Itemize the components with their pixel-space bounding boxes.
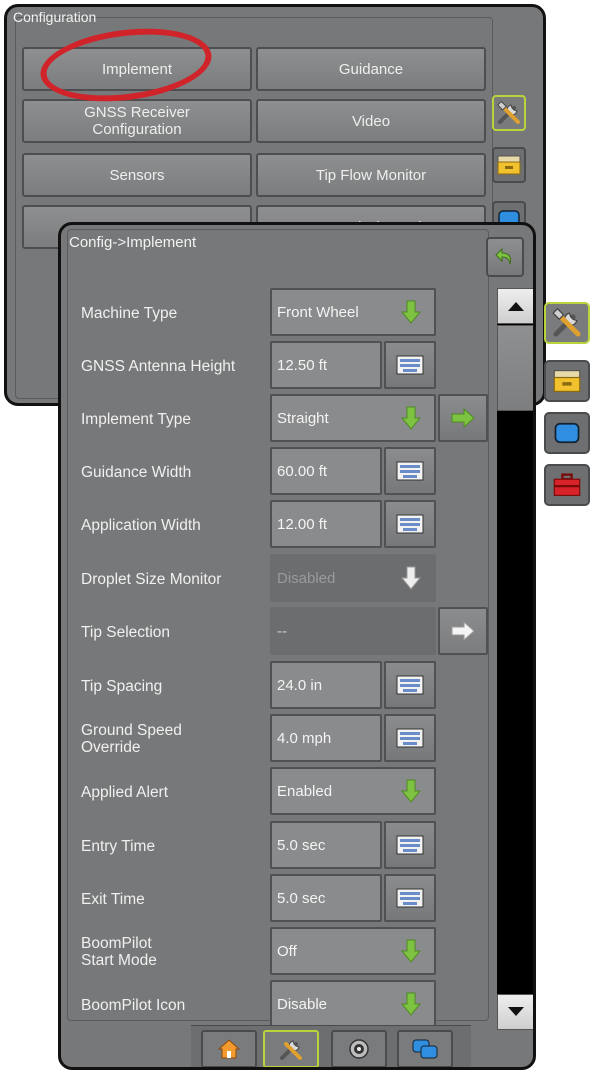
boompilot-start-mode-label: BoomPilot Start Mode <box>81 935 157 969</box>
exit-time-keyboard[interactable] <box>384 874 436 922</box>
machine-type-label: Machine Type <box>81 305 178 322</box>
applied-alert-dropdown[interactable] <box>388 767 434 815</box>
applied-alert-label: Applied Alert <box>81 784 169 801</box>
tip-selection-next-button[interactable] <box>438 607 488 655</box>
application-width-keyboard[interactable] <box>384 500 436 548</box>
bottom-navigation-bar <box>191 1025 471 1067</box>
entry-time-label: Entry Time <box>81 838 156 855</box>
keyboard-icon <box>396 888 424 908</box>
gnss-receiver-configuration-button[interactable]: GNSS Receiver Configuration <box>22 99 252 143</box>
guidance-width-label: Guidance Width <box>81 464 192 481</box>
implement-type-label: Implement Type <box>81 411 191 428</box>
droplet-size-monitor-dropdown <box>388 554 434 602</box>
droplet-size-monitor-label: Droplet Size Monitor <box>81 571 222 588</box>
keyboard-icon <box>396 728 424 748</box>
monitor-icon <box>554 422 580 444</box>
triangle-down-icon <box>508 1007 524 1016</box>
entry-time-keyboard[interactable] <box>384 821 436 869</box>
keyboard-icon <box>396 355 424 375</box>
tip-spacing-value[interactable]: 24.0 in <box>270 661 382 709</box>
tip-selection-label: Tip Selection <box>81 624 171 641</box>
boompilot-icon-label: BoomPilot Icon <box>81 997 186 1014</box>
tip-selection-value: -- <box>270 607 436 655</box>
video-button[interactable]: Video <box>256 99 486 143</box>
scroll-down-button[interactable] <box>497 994 533 1030</box>
back-tools-tab[interactable] <box>492 95 526 131</box>
scroll-up-button[interactable] <box>497 288 533 324</box>
right-arrow-white-icon <box>451 621 475 641</box>
keyboard-icon <box>396 835 424 855</box>
application-width-label: Application Width <box>81 517 201 534</box>
guidance-width-keyboard[interactable] <box>384 447 436 495</box>
config-implement-title: Config->Implement <box>69 234 197 251</box>
camera-tab[interactable] <box>331 1030 387 1067</box>
down-arrow-icon <box>400 300 422 324</box>
console-icon <box>553 370 581 392</box>
implement-type-dropdown[interactable] <box>388 394 434 442</box>
front-console-tab[interactable] <box>544 360 590 402</box>
ground-speed-override-label: Ground Speed Override <box>81 722 182 756</box>
front-toolbox-tab[interactable] <box>544 464 590 506</box>
front-tools-tab[interactable] <box>544 302 590 344</box>
back-arrow-icon <box>495 247 511 265</box>
tools-icon <box>280 1040 302 1060</box>
down-arrow-disabled-icon <box>400 566 422 590</box>
exit-time-label: Exit Time <box>81 891 145 908</box>
tip-spacing-keyboard[interactable] <box>384 661 436 709</box>
back-console-tab[interactable] <box>492 147 526 183</box>
front-monitor-tab[interactable] <box>544 412 590 454</box>
down-arrow-icon <box>400 406 422 430</box>
application-width-value[interactable]: 12.00 ft <box>270 500 382 548</box>
configuration-title: Configuration <box>13 9 97 25</box>
tools-icon <box>497 100 520 124</box>
ground-speed-override-value[interactable]: 4.0 mph <box>270 714 382 762</box>
ground-speed-override-keyboard[interactable] <box>384 714 436 762</box>
home-icon <box>218 1039 240 1059</box>
implement-type-next-button[interactable] <box>438 394 488 442</box>
toolbox-icon <box>553 473 581 496</box>
scrollbar-thumb[interactable] <box>497 325 533 411</box>
boompilot-icon-dropdown[interactable] <box>388 980 434 1028</box>
entry-time-value[interactable]: 5.0 sec <box>270 821 382 869</box>
tools-icon <box>552 307 581 337</box>
guidance-width-value[interactable]: 60.00 ft <box>270 447 382 495</box>
keyboard-icon <box>396 675 424 695</box>
gnss-antenna-height-value[interactable]: 12.50 ft <box>270 341 382 389</box>
gnss-antenna-height-label: GNSS Antenna Height <box>81 358 236 375</box>
back-button[interactable] <box>486 237 524 277</box>
keyboard-icon <box>396 514 424 534</box>
sensors-button[interactable]: Sensors <box>22 153 252 197</box>
tip-flow-monitor-button[interactable]: Tip Flow Monitor <box>256 153 486 197</box>
down-arrow-icon <box>400 939 422 963</box>
guidance-button[interactable]: Guidance <box>256 47 486 91</box>
screens-tab[interactable] <box>397 1030 453 1067</box>
machine-type-dropdown[interactable] <box>388 288 434 336</box>
home-tab[interactable] <box>201 1030 257 1067</box>
triangle-up-icon <box>508 302 524 311</box>
tip-spacing-label: Tip Spacing <box>81 678 163 695</box>
screens-icon <box>412 1039 438 1059</box>
console-icon <box>497 155 521 175</box>
tools-tab[interactable] <box>263 1030 319 1067</box>
down-arrow-icon <box>400 779 422 803</box>
gnss-antenna-height-keyboard[interactable] <box>384 341 436 389</box>
config-implement-window: Config->Implement Machine Type Front Whe… <box>58 222 536 1070</box>
exit-time-value[interactable]: 5.0 sec <box>270 874 382 922</box>
boompilot-start-mode-dropdown[interactable] <box>388 927 434 975</box>
keyboard-icon <box>396 461 424 481</box>
right-arrow-icon <box>451 408 475 428</box>
down-arrow-icon <box>400 992 422 1016</box>
camera-icon <box>349 1039 369 1059</box>
